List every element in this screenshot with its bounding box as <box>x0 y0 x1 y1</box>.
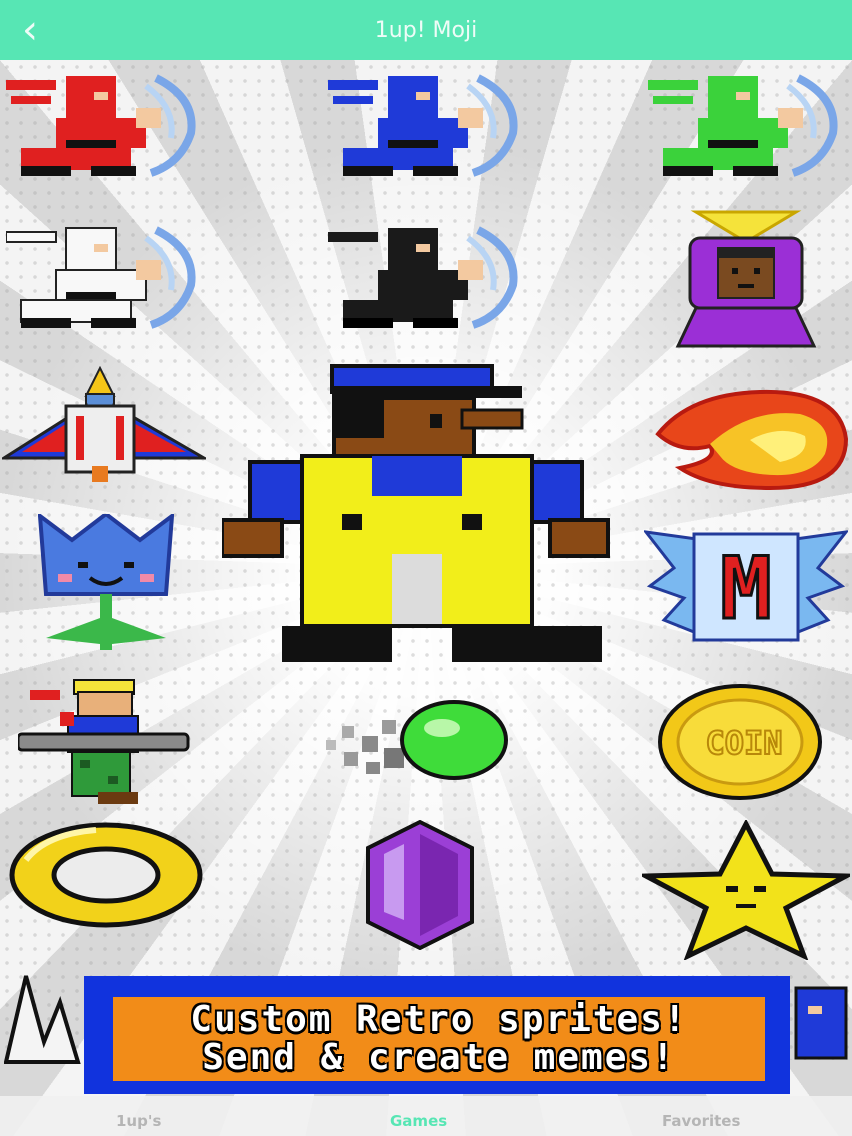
sprite-partial-spike[interactable] <box>4 972 84 1064</box>
promo-line-2: Send & create memes! <box>202 1037 676 1078</box>
sprite-gold-ring[interactable] <box>6 820 206 930</box>
back-button[interactable]: ‹ <box>22 10 62 50</box>
sprite-blue-ninja[interactable] <box>328 68 528 180</box>
sprite-m-emblem[interactable]: M <box>644 528 848 646</box>
sprite-purple-crystal[interactable] <box>364 820 476 950</box>
sprite-partial-blue-ninja[interactable] <box>792 982 852 1064</box>
sprite-green-gem-shot[interactable] <box>322 696 514 788</box>
tab-1ups[interactable]: 1up's <box>116 1112 161 1130</box>
emblem-letter: M <box>720 539 772 639</box>
promo-banner-inner: Custom Retro sprites! Send & create meme… <box>113 997 765 1081</box>
sprite-green-ninja[interactable] <box>648 68 848 180</box>
tab-favorites[interactable]: Favorites <box>662 1112 740 1130</box>
sprite-white-ninja[interactable] <box>6 220 206 332</box>
promo-banner: Custom Retro sprites! Send & create meme… <box>84 976 790 1094</box>
chevron-left-icon: ‹ <box>22 7 38 53</box>
sprite-commando-soldier[interactable] <box>18 676 190 806</box>
coin-label: COIN <box>705 724 782 762</box>
page-title: 1up! Moji <box>374 17 478 43</box>
sprite-purple-wizard[interactable] <box>668 210 824 352</box>
sprite-black-ninja[interactable] <box>328 220 528 332</box>
promo-line-1: Custom Retro sprites! <box>190 999 688 1040</box>
sprite-fireball[interactable] <box>650 384 850 494</box>
sprite-gold-coin[interactable]: COIN <box>656 682 824 802</box>
sprite-spaceship[interactable] <box>2 366 206 484</box>
sprite-blue-flower[interactable] <box>38 514 174 654</box>
sprite-red-ninja[interactable] <box>6 68 206 180</box>
tab-games[interactable]: Games <box>390 1112 447 1130</box>
sprite-gold-star[interactable] <box>642 820 850 960</box>
top-nav-bar: ‹ 1up! Moji <box>0 0 852 60</box>
sprite-plumber-hero[interactable] <box>222 364 610 666</box>
